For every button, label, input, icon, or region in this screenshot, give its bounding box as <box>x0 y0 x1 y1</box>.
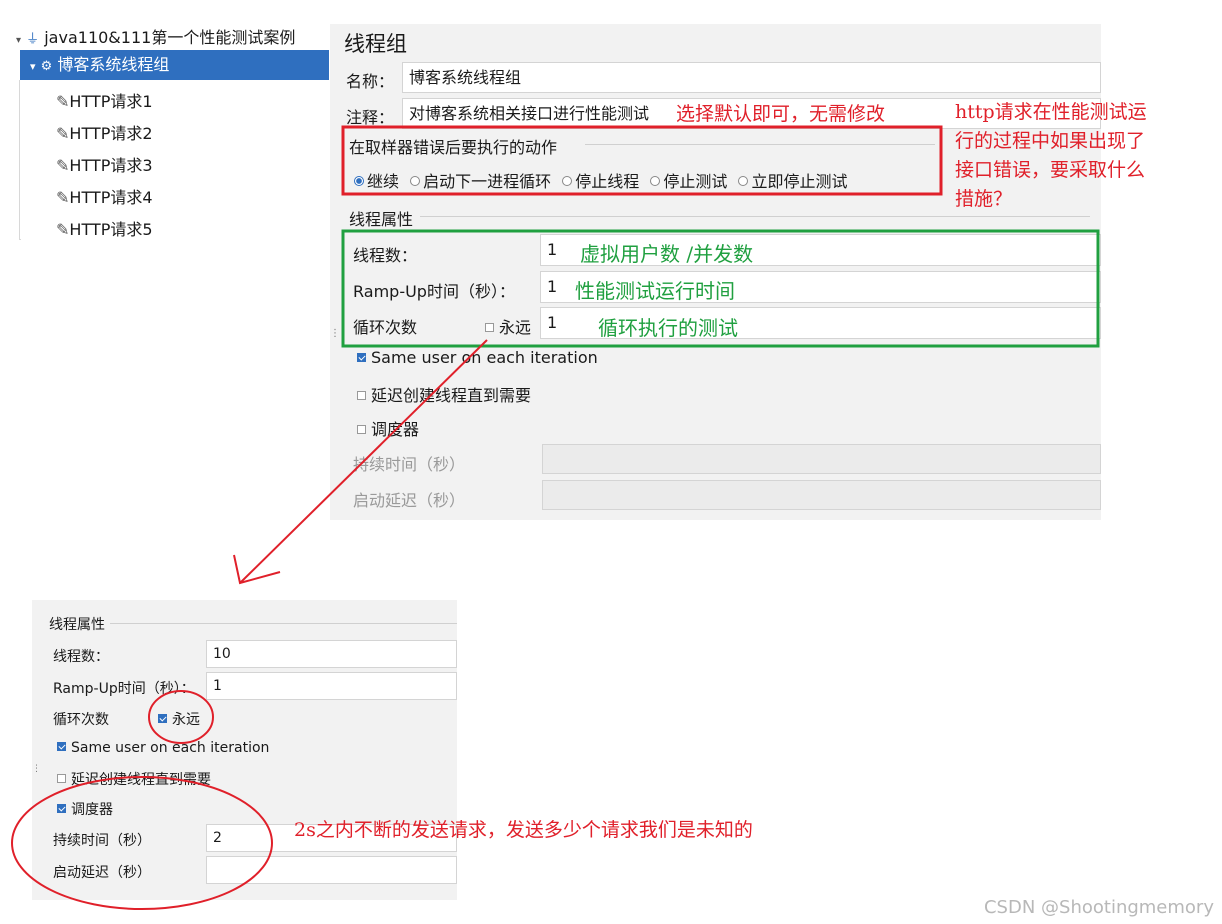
http-error-note: http请求在性能测试运 行的过程中如果出现了 接口错误，要采取什么 措施？ <box>955 98 1147 214</box>
note-line: 接口错误，要采取什么 <box>955 159 1146 181</box>
scheduler-highlight-circle <box>11 776 273 910</box>
forever-highlight-circle <box>148 690 214 744</box>
duration-note: 2s之内不断的发送请求，发送多少个请求我们是未知的 <box>294 819 753 841</box>
default-note: 选择默认即可，无需修改 <box>676 103 886 125</box>
note-line: 措施？ <box>955 188 1013 210</box>
loop-test-note: 循环执行的测试 <box>598 316 738 340</box>
run-time-note: 性能测试运行时间 <box>575 279 735 303</box>
arrow-line <box>239 339 488 584</box>
virtual-users-note: 虚拟用户数 /并发数 <box>580 242 754 266</box>
watermark: CSDN @Shootingmemory <box>983 897 1214 918</box>
note-line: http请求在性能测试运 <box>955 101 1147 123</box>
arrow-head <box>233 554 281 585</box>
error-action-highlight-box <box>341 125 943 196</box>
note-line: 行的过程中如果出现了 <box>955 130 1146 152</box>
